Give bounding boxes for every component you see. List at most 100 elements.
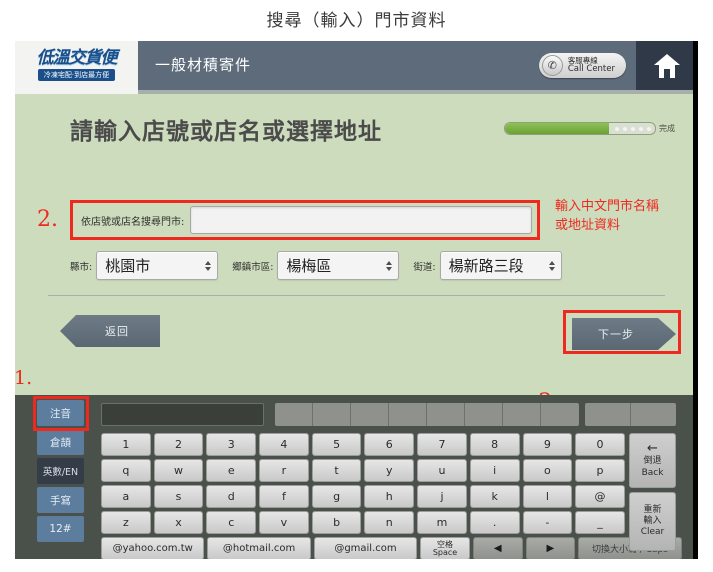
ime-mode-english[interactable]: 英數/EN: [37, 458, 84, 484]
city-select[interactable]: 桃園市: [96, 251, 219, 280]
key-i[interactable]: i: [469, 459, 520, 482]
key-s[interactable]: s: [153, 485, 204, 508]
city-select-value: 桃園市: [105, 257, 151, 275]
store-search-row: 依店號或店名搜尋門市:: [70, 200, 540, 240]
key-gmail-domain[interactable]: @gmail.com: [313, 537, 418, 559]
key-yahoo-domain[interactable]: @yahoo.com.tw: [101, 537, 205, 559]
key-1[interactable]: 1: [101, 433, 151, 456]
key-b[interactable]: b: [311, 511, 362, 534]
candidate-cell[interactable]: [427, 403, 465, 426]
progress-indicator: 完成: [504, 122, 675, 135]
street-select-label: 街道:: [413, 261, 436, 273]
key-hotmail-domain[interactable]: @hotmail.com: [207, 537, 311, 559]
key-9[interactable]: 9: [522, 433, 573, 456]
key-2[interactable]: 2: [153, 433, 204, 456]
key-clear[interactable]: 重新 輸入 Clear: [629, 492, 676, 551]
candidate-cell[interactable]: [389, 403, 427, 426]
keyboard-row-asdf: a s d f g h j k l @: [101, 485, 625, 508]
key-w[interactable]: w: [153, 459, 204, 482]
key-cursor-left[interactable]: ◀: [472, 537, 523, 559]
candidate-cell[interactable]: [503, 403, 541, 426]
key-l[interactable]: l: [522, 485, 573, 508]
app-header: 低溫交貨便 冷凍宅配·到店最方便 一般材積寄件 ✆ 客服專線 Call Cent…: [15, 41, 693, 90]
key-6[interactable]: 6: [364, 433, 415, 456]
progress-bar: [504, 122, 656, 135]
key-j[interactable]: j: [417, 485, 467, 508]
content-top-strip: [15, 90, 693, 94]
key-v[interactable]: v: [259, 511, 309, 534]
key-n[interactable]: n: [364, 511, 415, 534]
key-o[interactable]: o: [522, 459, 573, 482]
key-period[interactable]: .: [469, 511, 520, 534]
key-e[interactable]: e: [206, 459, 257, 482]
ime-mode-zhuyin[interactable]: 注音: [37, 400, 84, 426]
back-button[interactable]: 返回: [60, 315, 160, 347]
key-q[interactable]: q: [101, 459, 151, 482]
key-hyphen[interactable]: -: [522, 511, 573, 534]
key-underscore[interactable]: _: [575, 511, 625, 534]
key-p[interactable]: p: [575, 459, 625, 482]
store-search-input[interactable]: [190, 206, 532, 234]
street-select[interactable]: 楊新路三段: [439, 251, 562, 280]
key-h[interactable]: h: [364, 485, 415, 508]
candidate-cell[interactable]: [351, 403, 389, 426]
key-t[interactable]: t: [311, 459, 362, 482]
annotation-marker-1: 1.: [14, 367, 33, 389]
ime-mode-symbols[interactable]: 12#: [37, 516, 84, 542]
key-at[interactable]: @: [575, 485, 625, 508]
next-button[interactable]: 下一步: [572, 318, 676, 350]
key-4[interactable]: 4: [259, 433, 309, 456]
key-u[interactable]: u: [417, 459, 467, 482]
key-f[interactable]: f: [259, 485, 309, 508]
key-y[interactable]: y: [364, 459, 415, 482]
key-cursor-right[interactable]: ▶: [525, 537, 576, 559]
content-panel: 請輸入店號或店名或選擇地址 完成 2. 依店號或店名搜尋門市: 輸入中文門市名稱…: [15, 90, 693, 415]
keyboard-row-zxcv: z x c v b n m . - _: [101, 511, 625, 534]
key-backspace[interactable]: ← 倒退 Back: [629, 433, 676, 488]
key-x[interactable]: x: [153, 511, 204, 534]
key-space-en: Space: [432, 547, 458, 557]
search-annotation-note: 輸入中文門市名稱 或地址資料: [555, 198, 659, 236]
key-z[interactable]: z: [101, 511, 151, 534]
content-divider: [48, 295, 665, 296]
key-a[interactable]: a: [101, 485, 151, 508]
app-window: 低溫交貨便 冷凍宅配·到店最方便 一般材積寄件 ✆ 客服專線 Call Cent…: [15, 41, 698, 559]
candidate-cell[interactable]: [275, 403, 313, 426]
search-note-line1: 輸入中文門市名稱: [555, 199, 660, 214]
brand-logo[interactable]: 低溫交貨便 冷凍宅配·到店最方便: [15, 41, 138, 90]
district-select-value: 楊梅區: [286, 257, 332, 275]
progress-fill: [505, 123, 609, 134]
search-note-line2: 或地址資料: [555, 217, 621, 233]
header-title: 一般材積寄件: [155, 56, 252, 74]
key-3[interactable]: 3: [206, 433, 257, 456]
logo-main-text: 低溫交貨便: [36, 48, 118, 68]
key-clear-en: Clear: [640, 527, 665, 538]
ime-mode-cangjie[interactable]: 倉頡: [37, 429, 84, 455]
key-clear-cn2: 輸入: [643, 515, 662, 526]
key-g[interactable]: g: [311, 485, 362, 508]
key-0[interactable]: 0: [575, 433, 625, 456]
key-d[interactable]: d: [206, 485, 257, 508]
district-select[interactable]: 楊梅區: [277, 251, 400, 280]
home-icon: [654, 53, 680, 78]
progress-label: 完成: [659, 124, 675, 133]
ime-mode-handwriting[interactable]: 手寫: [37, 487, 84, 513]
key-r[interactable]: r: [259, 459, 309, 482]
candidate-cell[interactable]: [465, 403, 503, 426]
key-7[interactable]: 7: [417, 433, 467, 456]
key-k[interactable]: k: [469, 485, 520, 508]
key-c[interactable]: c: [206, 511, 257, 534]
chevron-updown-icon: [386, 260, 393, 271]
candidate-page-cell[interactable]: [585, 403, 631, 426]
ime-composition-display[interactable]: [101, 403, 264, 426]
candidate-cell[interactable]: [541, 403, 579, 426]
call-center-button[interactable]: ✆ 客服專線 Call Center: [538, 53, 626, 78]
candidate-page-cell[interactable]: [630, 403, 676, 426]
call-center-en: Call Center: [567, 63, 615, 74]
key-5[interactable]: 5: [311, 433, 362, 456]
home-button[interactable]: [636, 41, 693, 90]
key-8[interactable]: 8: [469, 433, 520, 456]
key-m[interactable]: m: [417, 511, 467, 534]
candidate-cell[interactable]: [313, 403, 351, 426]
key-space[interactable]: 空格 Space: [420, 537, 470, 559]
